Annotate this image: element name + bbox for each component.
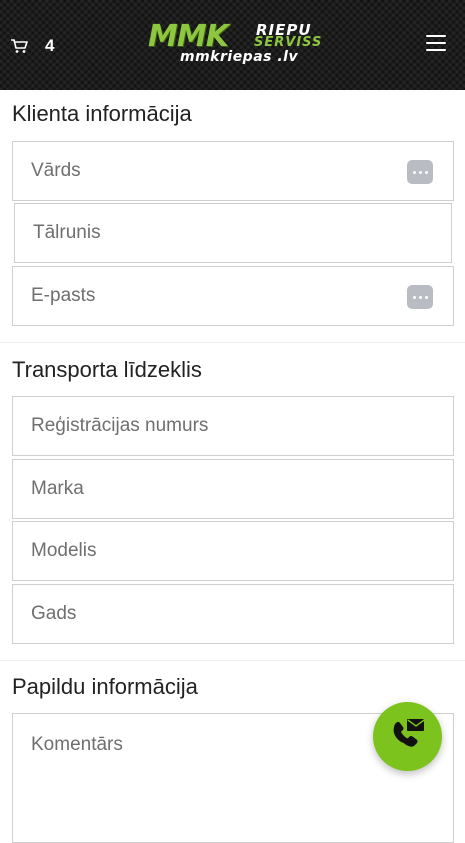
section-divider (0, 660, 465, 661)
email-placeholder: E-pasts (31, 285, 96, 306)
registration-number-placeholder: Reģistrācijas numurs (31, 415, 209, 436)
contact-fab-button[interactable] (373, 702, 442, 771)
client-section-title: Klienta informācija (12, 101, 192, 126)
site-header: 4 MMK RIEPU SERVISS mmkriepas .lv (0, 0, 465, 90)
vehicle-section-title: Transporta līdzeklis (12, 357, 202, 382)
model-placeholder: Modelis (31, 540, 97, 561)
cart-count: 4 (45, 36, 55, 55)
section-divider (0, 342, 465, 343)
make-placeholder: Marka (31, 478, 84, 499)
password-manager-icon[interactable] (407, 160, 433, 184)
logo-serviss: SERVISS (254, 35, 323, 50)
name-placeholder: Vārds (31, 160, 81, 181)
comment-placeholder: Komentārs (31, 734, 123, 755)
cart-icon (10, 38, 28, 54)
site-logo[interactable]: MMK RIEPU SERVISS mmkriepas .lv (146, 20, 342, 70)
registration-number-field[interactable]: Reģistrācijas numurs (12, 396, 454, 456)
make-field[interactable]: Marka (12, 459, 454, 519)
phone-mail-icon (390, 717, 426, 756)
logo-domain: mmkriepas .lv (180, 49, 299, 65)
name-field[interactable]: Vārds (12, 141, 454, 201)
phone-placeholder: Tālrunis (33, 222, 101, 243)
phone-field[interactable]: Tālrunis (14, 203, 452, 263)
year-field[interactable]: Gads (12, 584, 454, 644)
extra-section-title: Papildu informācija (12, 674, 198, 699)
model-field[interactable]: Modelis (12, 521, 454, 581)
cart-button[interactable]: 4 (10, 36, 54, 56)
password-manager-icon[interactable] (407, 285, 433, 309)
hamburger-menu-icon[interactable] (426, 35, 446, 53)
email-field[interactable]: E-pasts (12, 266, 454, 326)
year-placeholder: Gads (31, 603, 77, 624)
